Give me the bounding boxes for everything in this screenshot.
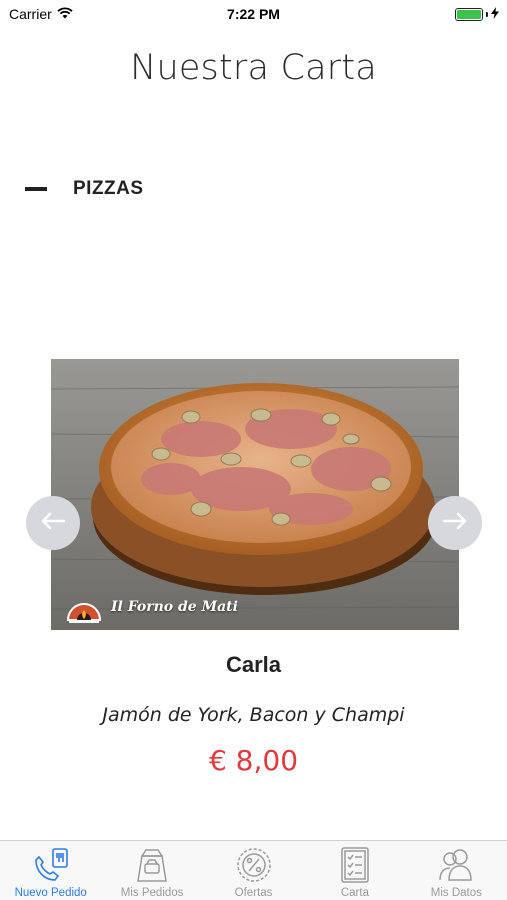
charging-bolt-icon (491, 6, 499, 22)
tab-label: Mis Pedidos (120, 887, 184, 899)
carousel-next-button[interactable] (428, 496, 482, 550)
page-title: Nuestra Carta (130, 48, 377, 88)
status-time: 7:22 PM (227, 6, 280, 22)
section-header-pizzas[interactable]: PIZZAS (25, 178, 144, 200)
tab-label: Nuevo Pedido (14, 887, 87, 899)
product-image: Il Forno de Mati (51, 359, 459, 630)
tab-bar: Nuevo Pedido Mis Pedidos Ofertas Carta M… (0, 840, 507, 900)
arrow-right-icon (442, 512, 468, 535)
oven-logo-icon (65, 590, 103, 624)
product-price: € 8,00 (208, 744, 299, 777)
product-description: Jamón de York, Bacon y Champi (102, 704, 405, 726)
menu-list-icon (334, 845, 376, 885)
tab-label: Mis Datos (430, 887, 482, 899)
status-right (455, 6, 499, 22)
tab-carta[interactable]: Carta (304, 841, 405, 900)
brand-logo: Il Forno de Mati (65, 590, 238, 624)
tab-label: Carta (340, 887, 369, 899)
percent-badge-icon (233, 845, 275, 885)
battery-cap (486, 11, 488, 17)
arrow-left-icon (40, 512, 66, 535)
tab-mis-datos[interactable]: Mis Datos (406, 841, 507, 900)
tab-mis-pedidos[interactable]: Mis Pedidos (101, 841, 202, 900)
tab-nuevo-pedido[interactable]: Nuevo Pedido (0, 841, 101, 900)
carousel-prev-button[interactable] (26, 496, 80, 550)
battery-level (457, 9, 481, 19)
product-name: Carla (225, 652, 282, 677)
tab-ofertas[interactable]: Ofertas (203, 841, 304, 900)
status-bar: Carrier 7:22 PM (0, 0, 507, 28)
section-title: PIZZAS (73, 178, 144, 199)
brand-name: Il Forno de Mati (111, 599, 238, 615)
phone-order-icon (30, 845, 72, 885)
shopping-bag-icon (131, 845, 173, 885)
tab-label: Ofertas (234, 887, 273, 899)
minus-icon[interactable] (25, 187, 47, 191)
users-icon (435, 845, 477, 885)
battery-icon (455, 7, 483, 21)
